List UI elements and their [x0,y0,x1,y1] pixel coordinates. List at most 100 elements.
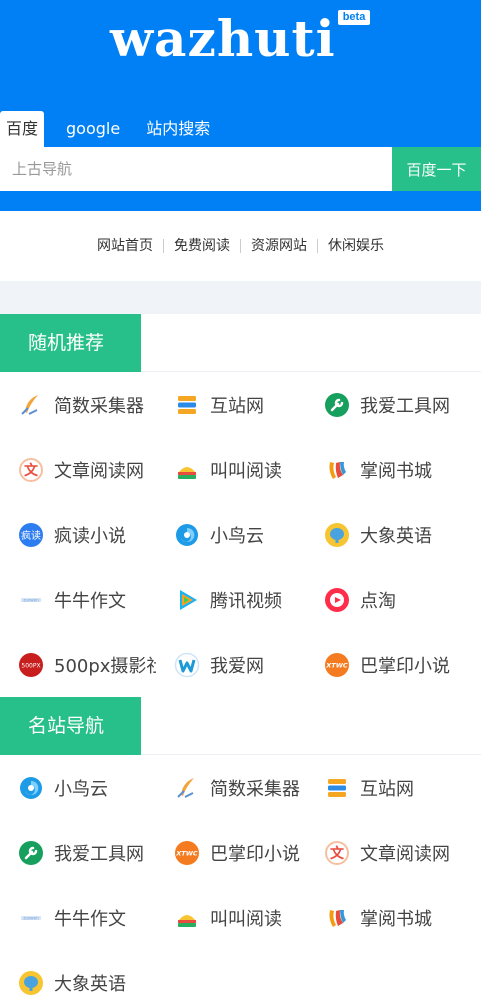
site-link-item[interactable]: 叫叫阅读 [156,437,312,502]
swirl-icon [18,775,44,801]
cake-icon [174,905,200,931]
site-link-item[interactable]: 互站网 [156,372,312,437]
site-logo[interactable]: wazhuti [110,8,336,70]
svg-text:XTWC: XTWC [175,849,198,857]
site-link-item[interactable]: 小鸟云 [0,755,156,820]
site-link-label: 叫叫阅读 [210,908,282,930]
site-link-item[interactable]: 腾讯视频 [156,567,312,632]
site-grid: 简数采集器 互站网 我爱工具网文文章阅读网 叫叫阅读 掌阅书城疯读 疯读小说 小鸟云 大象英语… [0,372,481,697]
site-link-item[interactable]: 掌阅书城 [312,437,481,502]
site-link-item[interactable]: 我爱工具网 [0,820,156,885]
svg-text:500PX: 500PX [21,662,40,669]
svg-text:zuowen: zuowen [23,597,39,602]
svg-text:XTWC: XTWC [325,661,348,669]
site-link-label: 牛牛作文 [54,590,126,612]
site-link-item[interactable]: 叫叫阅读 [156,885,312,950]
wen-character-icon: 文 [324,840,350,866]
site-link-label: 巴掌印小说 [210,843,300,865]
site-link-item[interactable]: zuowen 牛牛作文 [0,885,156,950]
site-link-item[interactable]: 我爱网 [156,632,312,697]
site-link-item[interactable]: 文文章阅读网 [312,820,481,885]
stack-icon [324,775,350,801]
book-flame-icon [324,457,350,483]
site-link-label: 点淘 [360,590,396,612]
tab-baidu[interactable]: 百度 [0,111,45,147]
site-link-label: 掌阅书城 [360,460,432,482]
site-link-label: 牛牛作文 [54,908,126,930]
search-input[interactable] [0,147,392,191]
site-link-item[interactable]: 大象英语 [0,950,156,996]
section-header: 名站导航 [0,697,481,755]
site-link-item[interactable]: 互站网 [312,755,481,820]
logo-text: wazhuti [110,9,336,68]
feather-pen-icon [18,392,44,418]
search-engine-tabs: 百度 google 站内搜索 [0,111,220,147]
site-link-label: 我爱网 [210,655,264,677]
elephant-icon [324,522,350,548]
site-link-item[interactable]: 点淘 [312,567,481,632]
site-link-item[interactable]: zuowen 牛牛作文 [0,567,156,632]
section-title: 名站导航 [0,697,141,755]
search-button[interactable]: 百度一下 [392,147,481,191]
site-link-label: 我爱工具网 [54,843,144,865]
niuniu-logo-icon: zuowen [18,587,44,613]
site-link-item[interactable]: 简数采集器 [156,755,312,820]
w-logo-icon [174,652,200,678]
site-link-label: 互站网 [360,778,414,800]
wrench-icon [18,840,44,866]
fengdu-icon: 疯读 [18,522,44,548]
site-link-label: 疯读小说 [54,525,126,547]
svg-text:zuowen: zuowen [23,915,39,920]
stack-icon [174,392,200,418]
section-famous-sites: 名站导航 小鸟云 简数采集器 互站网 我爱工具网 XTWC 巴掌印小说文文章阅读网 zuow… [0,697,481,996]
site-link-label: 文章阅读网 [360,843,450,865]
xtwc-icon: XTWC [324,652,350,678]
tab-site-search[interactable]: 站内搜索 [136,111,220,147]
site-link-label: 我爱工具网 [360,395,450,417]
site-link-label: 小鸟云 [54,778,108,800]
site-link-label: 大象英语 [54,973,126,995]
site-link-item[interactable]: 小鸟云 [156,502,312,567]
feather-pen-icon [174,775,200,801]
site-grid: 小鸟云 简数采集器 互站网 我爱工具网 XTWC 巴掌印小说文文章阅读网 zuowen 牛牛作… [0,755,481,996]
site-link-label: 叫叫阅读 [210,460,282,482]
site-link-item[interactable]: XTWC 巴掌印小说 [312,632,481,697]
site-link-item[interactable]: 文文章阅读网 [0,437,156,502]
xtwc-icon: XTWC [174,840,200,866]
section-gap [0,281,481,314]
top-nav: 网站首页 免费阅读 资源网站 休闲娱乐 [0,211,481,281]
cake-icon [174,457,200,483]
site-link-item[interactable]: 掌阅书城 [312,885,481,950]
site-link-label: 掌阅书城 [360,908,432,930]
site-link-item[interactable]: 简数采集器 [0,372,156,437]
swirl-icon [174,522,200,548]
nav-free-reading[interactable]: 免费阅读 [163,239,240,253]
nav-resources[interactable]: 资源网站 [240,239,317,253]
site-link-item[interactable]: XTWC 巴掌印小说 [156,820,312,885]
beta-badge: beta [338,10,370,25]
search-bar: 百度一下 [0,147,481,191]
tab-google[interactable]: google [56,111,130,147]
niuniu-logo-icon: zuowen [18,905,44,931]
site-link-label: 大象英语 [360,525,432,547]
wen-character-icon: 文 [18,457,44,483]
site-link-item[interactable]: 我爱工具网 [312,372,481,437]
elephant-icon [18,970,44,996]
book-flame-icon [324,905,350,931]
site-link-label: 互站网 [210,395,264,417]
site-link-label: 小鸟云 [210,525,264,547]
site-link-item[interactable]: 500PX 500px摄影社区 [0,632,156,697]
wrench-icon [324,392,350,418]
site-link-label: 巴掌印小说 [360,655,450,677]
svg-text:文: 文 [330,845,345,862]
nav-entertainment[interactable]: 休闲娱乐 [317,239,394,253]
svg-text:文: 文 [24,462,39,479]
site-link-item[interactable]: 大象英语 [312,502,481,567]
site-link-item[interactable]: 疯读 疯读小说 [0,502,156,567]
nav-home[interactable]: 网站首页 [87,239,163,253]
header: wazhuti beta 百度 google 站内搜索 百度一下 [0,0,481,211]
500px-icon: 500PX [18,652,44,678]
svg-text:疯读: 疯读 [21,529,41,542]
diantao-icon [324,587,350,613]
site-link-label: 简数采集器 [54,395,144,417]
